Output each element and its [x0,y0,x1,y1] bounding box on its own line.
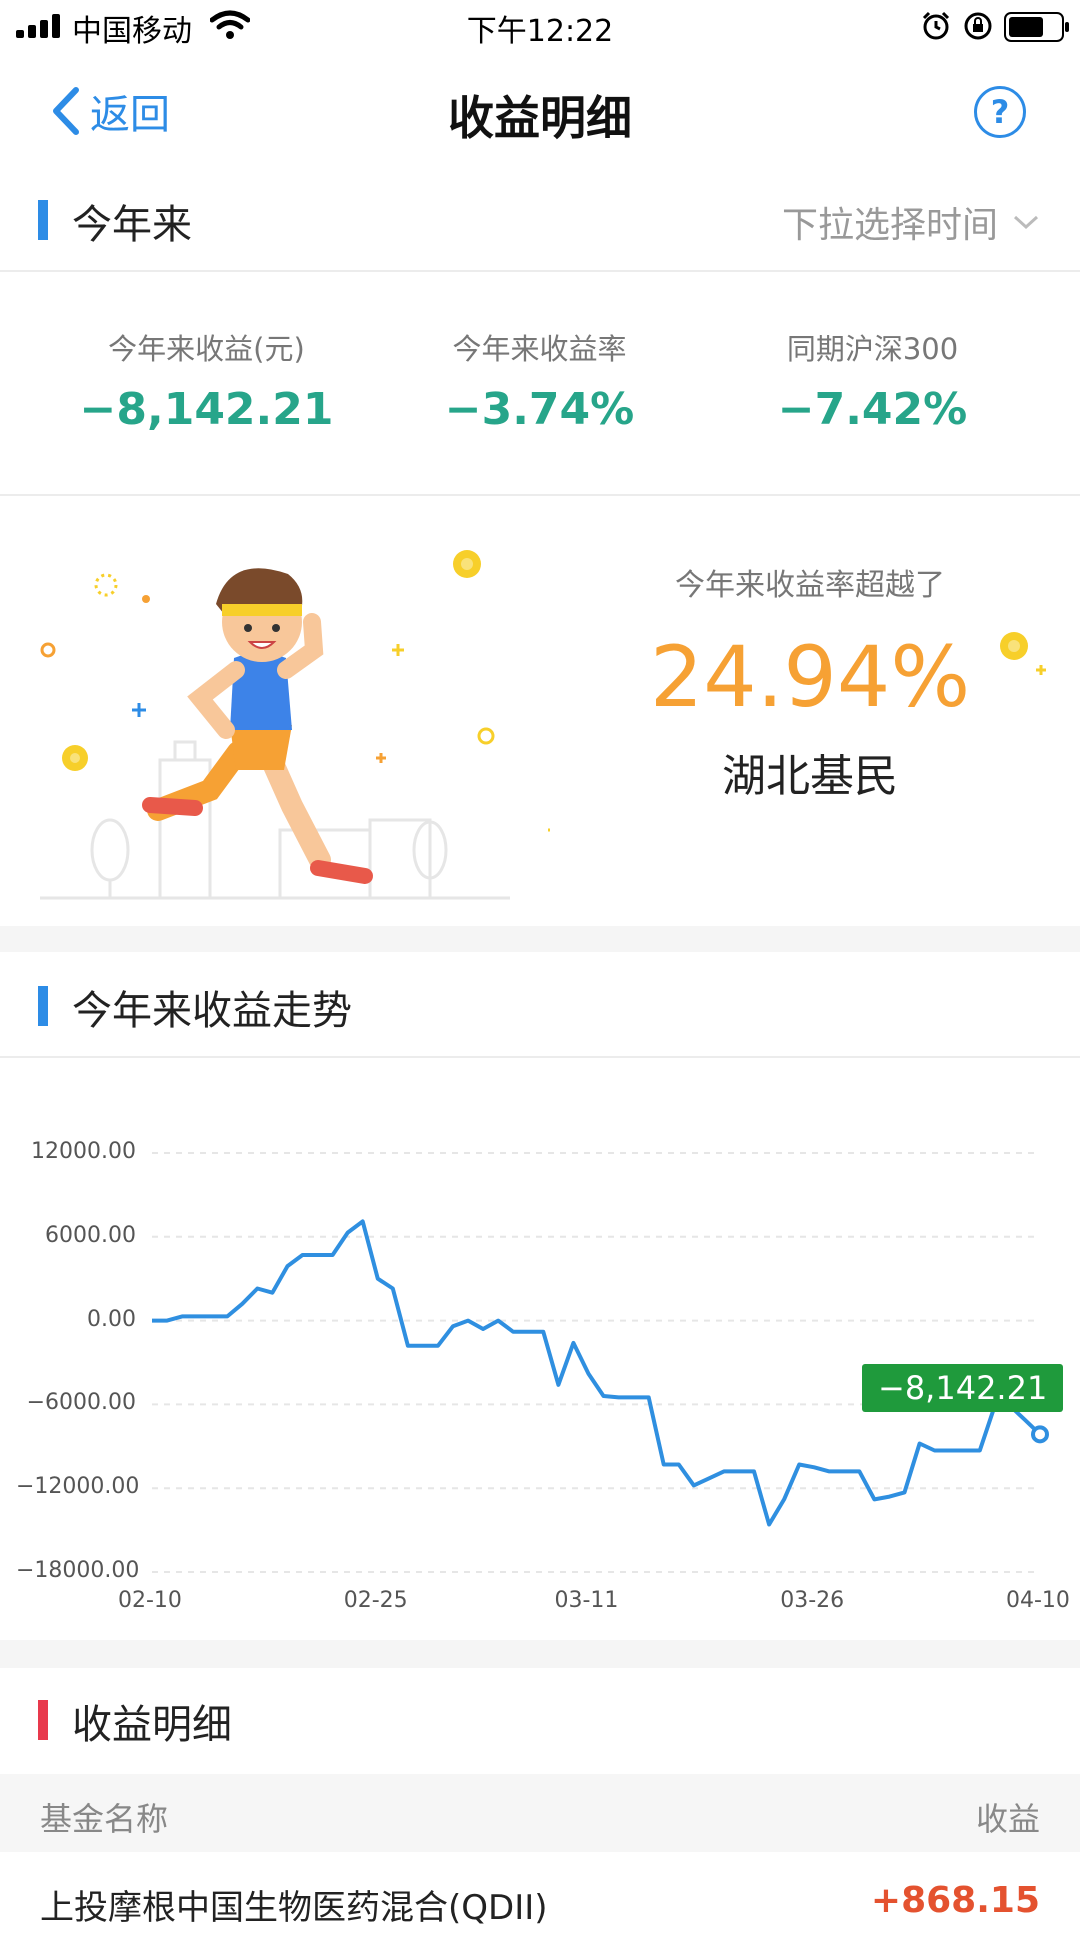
help-icon: ? [990,93,1010,131]
table-row[interactable]: 上投摩根中国生物医药混合(QDII) +868.15 [0,1880,1080,1960]
alarm-icon [922,11,950,40]
details-title: 收益明细 [72,1702,232,1748]
time-range-label: 下拉选择时间 [781,205,998,246]
clock: 下午12:22 [466,14,614,49]
beat-label: 今年来收益率超越了 [675,568,945,603]
section-accent-bar [38,986,48,1026]
trend-title: 今年来收益走势 [72,988,352,1034]
column-fund-name: 基金名称 [40,1800,169,1838]
section-accent-bar [38,1700,48,1740]
current-value-tag: −8,142.21 [862,1364,1064,1412]
divider [0,270,1080,272]
coin-icon [1000,632,1046,675]
time-range-dropdown[interactable]: 下拉选择时间 [782,196,1040,248]
trend-endpoint [1031,1425,1049,1444]
beat-percent: 24.94% [649,628,971,726]
period-title: 今年来 [72,202,192,248]
chevron-down-icon [1013,215,1039,230]
stat-value: −7.42% [777,384,968,435]
stat-value: −8,142.21 [79,384,334,435]
table-header: 基金名称 收益 [0,1774,1080,1852]
stat-ytd-rate: 今年来收益率 −3.74% [373,326,706,435]
stat-label: 今年来收益率 [452,332,627,366]
column-gain: 收益 [975,1800,1040,1838]
section-accent-bar [38,200,48,240]
fund-gain: +868.15 [870,1880,1040,1921]
section-gap [0,926,1080,952]
rotation-lock-icon [964,12,992,40]
divider [0,1056,1080,1058]
page-title: 收益明细 [448,91,632,145]
stat-label: 同期沪深300 [786,332,959,366]
stat-ytd-gain: 今年来收益(元) −8,142.21 [40,326,373,435]
beat-group: 湖北基民 [722,751,898,802]
battery-icon [1004,12,1069,42]
divider [0,494,1080,496]
runner-illustration [40,550,550,900]
stat-csi300: 同期沪深300 −7.42% [706,326,1039,435]
trend-chart [152,1152,1049,1573]
fund-name: 上投摩根中国生物医药混合(QDII) [40,1888,548,1928]
details-header: 收益明细 [0,1670,1080,1770]
help-button[interactable]: ? [974,86,1026,138]
stat-value: −3.74% [444,384,635,435]
trend-header: 今年来收益走势 [0,956,1080,1056]
status-bar: 中国移动 下午12:22 [0,0,1080,52]
stat-label: 今年来收益(元) [108,332,305,366]
section-gap [0,1640,1080,1668]
